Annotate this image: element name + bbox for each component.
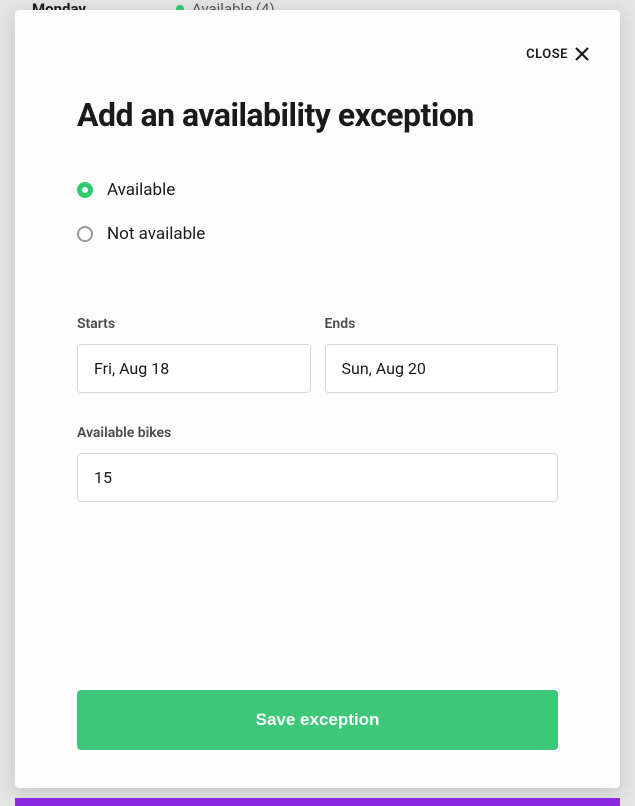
- date-row: Starts Ends: [77, 316, 558, 393]
- ends-field-group: Ends: [325, 316, 559, 393]
- radio-unselected-icon: [77, 226, 93, 242]
- bikes-field-group: Available bikes: [77, 425, 558, 548]
- close-icon: [574, 46, 590, 62]
- modal-title: Add an availability exception: [77, 96, 558, 134]
- bikes-input[interactable]: [77, 453, 558, 502]
- starts-input[interactable]: [77, 344, 311, 393]
- radio-not-available[interactable]: Not available: [77, 224, 558, 244]
- radio-selected-icon: [77, 182, 93, 198]
- save-exception-button[interactable]: Save exception: [77, 690, 558, 750]
- starts-label: Starts: [77, 316, 311, 332]
- close-label: CLOSE: [526, 47, 568, 62]
- spacer: [77, 568, 558, 691]
- close-button[interactable]: CLOSE: [526, 46, 590, 62]
- bikes-label: Available bikes: [77, 425, 558, 441]
- radio-not-available-label: Not available: [107, 224, 205, 244]
- availability-radio-group: Available Not available: [77, 180, 558, 268]
- radio-available[interactable]: Available: [77, 180, 558, 200]
- radio-available-label: Available: [107, 180, 175, 200]
- exception-modal: CLOSE Add an availability exception Avai…: [15, 10, 620, 788]
- starts-field-group: Starts: [77, 316, 311, 393]
- modal-body: Add an availability exception Available …: [15, 10, 620, 788]
- ends-label: Ends: [325, 316, 559, 332]
- ends-input[interactable]: [325, 344, 559, 393]
- bottom-accent-bar: [15, 798, 620, 806]
